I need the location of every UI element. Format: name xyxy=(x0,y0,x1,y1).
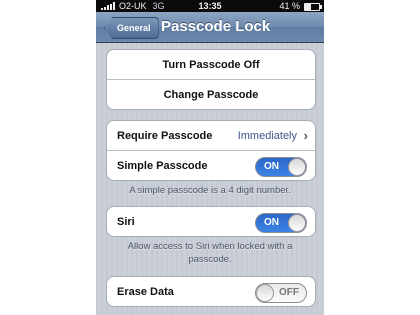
change-passcode-label: Change Passcode xyxy=(163,88,259,101)
battery-percentage: 41 % xyxy=(279,1,300,11)
simple-passcode-toggle-text: ON xyxy=(264,161,279,172)
require-passcode-label: Require Passcode xyxy=(117,129,213,142)
erase-data-row: Erase Data OFF xyxy=(107,277,315,306)
siri-label: Siri xyxy=(117,215,135,228)
navigation-bar: General Passcode Lock xyxy=(96,12,324,43)
left-margin xyxy=(0,0,96,315)
turn-passcode-off-label: Turn Passcode Off xyxy=(162,58,260,71)
simple-passcode-label: Simple Passcode xyxy=(117,159,208,172)
toggle-knob xyxy=(256,284,274,302)
toggle-knob xyxy=(288,158,306,176)
chevron-right-icon: › xyxy=(303,128,308,143)
battery-icon xyxy=(304,3,322,11)
phone-screen: O2-UK 3G 13:35 41 % General Passcode Loc… xyxy=(96,0,324,315)
back-button[interactable]: General xyxy=(104,17,159,39)
turn-passcode-off-button[interactable]: Turn Passcode Off xyxy=(107,50,315,79)
passcode-actions-group: Turn Passcode Off Change Passcode xyxy=(106,49,316,110)
simple-passcode-row: Simple Passcode ON xyxy=(107,150,315,180)
siri-group: Siri ON xyxy=(106,206,316,237)
erase-data-toggle-text: OFF xyxy=(279,287,299,298)
require-passcode-row[interactable]: Require Passcode Immediately › xyxy=(107,121,315,150)
siri-footnote: Allow access to Siri when locked with a … xyxy=(127,241,293,265)
simple-passcode-toggle[interactable]: ON xyxy=(255,157,307,177)
siri-row: Siri ON xyxy=(107,207,315,236)
siri-toggle[interactable]: ON xyxy=(255,213,307,233)
change-passcode-button[interactable]: Change Passcode xyxy=(107,79,315,109)
back-button-label: General xyxy=(117,23,151,33)
simple-passcode-footnote: A simple passcode is a 4 digit number. xyxy=(129,185,291,196)
right-margin xyxy=(324,0,420,315)
status-bar: O2-UK 3G 13:35 41 % xyxy=(96,0,324,12)
erase-data-toggle[interactable]: OFF xyxy=(255,283,307,303)
siri-toggle-text: ON xyxy=(264,217,279,228)
erase-data-group: Erase Data OFF xyxy=(106,276,316,307)
erase-data-label: Erase Data xyxy=(117,285,174,298)
require-passcode-value: Immediately xyxy=(237,129,297,142)
page-title: Passcode Lock xyxy=(161,18,271,35)
toggle-knob xyxy=(288,214,306,232)
passcode-settings-group: Require Passcode Immediately › Simple Pa… xyxy=(106,120,316,181)
